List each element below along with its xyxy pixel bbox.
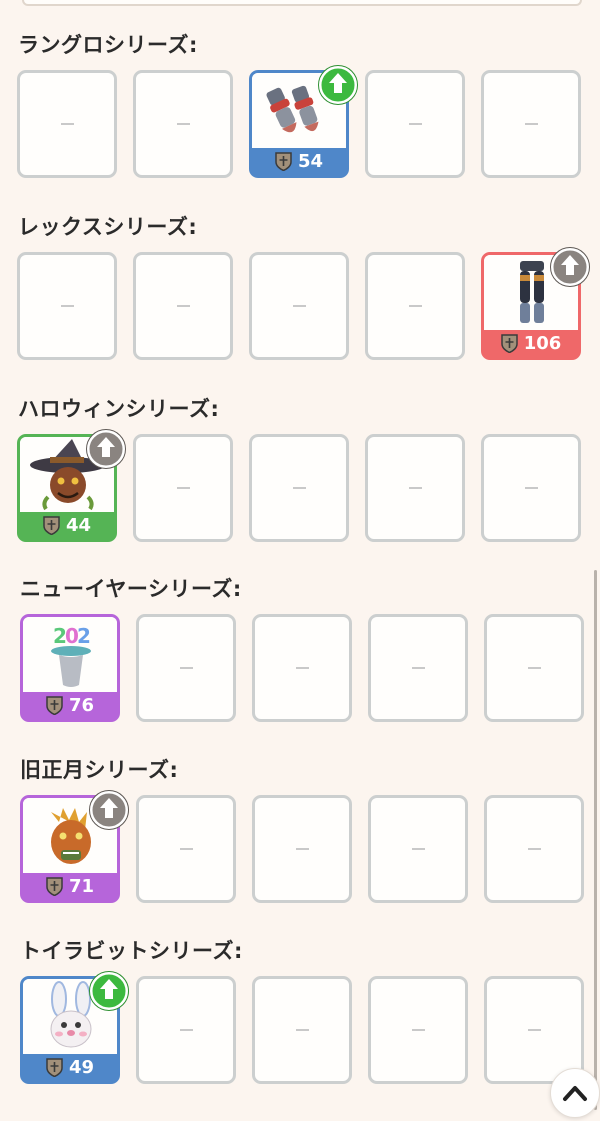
empty-dash (177, 305, 190, 307)
empty-dash (177, 487, 190, 489)
section-title: トイラビットシリーズ: (20, 939, 243, 963)
empty-dash (412, 1029, 425, 1031)
item-footer: 54 (252, 148, 346, 175)
empty-dash (180, 1029, 193, 1031)
item-slot[interactable]: 106 (481, 247, 590, 360)
empty-dash (409, 305, 422, 307)
empty-dash (296, 667, 309, 669)
empty-slot[interactable] (133, 434, 233, 542)
empty-slot[interactable] (368, 614, 468, 722)
item-footer: 71 (23, 873, 117, 900)
empty-slot[interactable] (368, 976, 468, 1084)
empty-slot[interactable] (252, 795, 352, 903)
empty-slot[interactable] (365, 434, 465, 542)
item-footer: 106 (484, 330, 578, 357)
item-slot[interactable]: 71 (20, 790, 129, 903)
empty-slot[interactable] (252, 614, 352, 722)
defense-value: 49 (68, 1057, 95, 1078)
section-title: ニューイヤーシリーズ: (20, 577, 242, 601)
empty-slot[interactable] (481, 70, 581, 178)
empty-slot[interactable] (133, 252, 233, 360)
upgrade-arrow-icon[interactable] (318, 65, 358, 105)
empty-slot[interactable] (133, 70, 233, 178)
empty-slot[interactable] (136, 976, 236, 1084)
empty-slot[interactable] (481, 434, 581, 542)
shield-icon (43, 516, 60, 535)
shield-icon (46, 1058, 63, 1077)
empty-dash (528, 1029, 541, 1031)
empty-dash (409, 487, 422, 489)
empty-dash (525, 487, 538, 489)
empty-dash (61, 123, 74, 125)
item-slot[interactable]: 2 0 2 76 (20, 614, 120, 722)
section-title: 旧正月シリーズ: (20, 758, 179, 782)
empty-dash (177, 123, 190, 125)
empty-dash (296, 848, 309, 850)
empty-slot[interactable] (136, 614, 236, 722)
empty-slot[interactable] (484, 614, 584, 722)
item-footer: 44 (20, 512, 114, 539)
upgrade-arrow-icon[interactable] (89, 971, 129, 1011)
empty-dash (293, 487, 306, 489)
empty-dash (528, 667, 541, 669)
empty-dash (296, 1029, 309, 1031)
section-title: ハロウィンシリーズ: (18, 397, 220, 421)
svg-text:2: 2 (77, 624, 91, 648)
empty-dash (409, 123, 422, 125)
section-title: ラングロシリーズ: (18, 33, 198, 57)
item-slot[interactable]: 44 (17, 429, 126, 542)
upgrade-arrow-icon[interactable] (89, 790, 129, 830)
defense-value: 44 (65, 515, 92, 536)
empty-slot[interactable] (17, 252, 117, 360)
new-year-hat-icon: 2 0 2 (23, 617, 117, 692)
empty-slot[interactable] (365, 252, 465, 360)
empty-dash (293, 305, 306, 307)
item-footer: 76 (23, 692, 117, 719)
scrollbar[interactable] (594, 570, 597, 1110)
empty-dash (61, 305, 74, 307)
shield-icon (46, 696, 63, 715)
defense-value: 76 (68, 695, 95, 716)
empty-slot[interactable] (249, 434, 349, 542)
section-title: レックスシリーズ: (18, 215, 198, 239)
upgrade-arrow-icon[interactable] (550, 247, 590, 287)
empty-slot[interactable] (484, 795, 584, 903)
empty-dash (412, 667, 425, 669)
upgrade-arrow-icon[interactable] (86, 429, 126, 469)
item-slot[interactable]: 49 (20, 971, 129, 1084)
search-bar-edge (22, 0, 582, 6)
empty-dash (180, 667, 193, 669)
item-footer: 49 (23, 1054, 117, 1081)
empty-slot[interactable] (136, 795, 236, 903)
empty-dash (180, 848, 193, 850)
defense-value: 54 (297, 151, 324, 172)
shield-icon (275, 152, 292, 171)
scroll-to-top-button[interactable] (550, 1068, 600, 1118)
shield-icon (46, 877, 63, 896)
empty-dash (528, 848, 541, 850)
empty-slot[interactable] (17, 70, 117, 178)
empty-slot[interactable] (249, 252, 349, 360)
defense-value: 106 (523, 333, 562, 354)
empty-dash (525, 123, 538, 125)
empty-slot[interactable] (368, 795, 468, 903)
defense-value: 71 (68, 876, 95, 897)
chevron-up-icon (563, 1086, 587, 1101)
shield-icon (500, 334, 518, 353)
item-slot[interactable]: 54 (249, 65, 358, 178)
empty-slot[interactable] (252, 976, 352, 1084)
empty-dash (412, 848, 425, 850)
empty-slot[interactable] (365, 70, 465, 178)
